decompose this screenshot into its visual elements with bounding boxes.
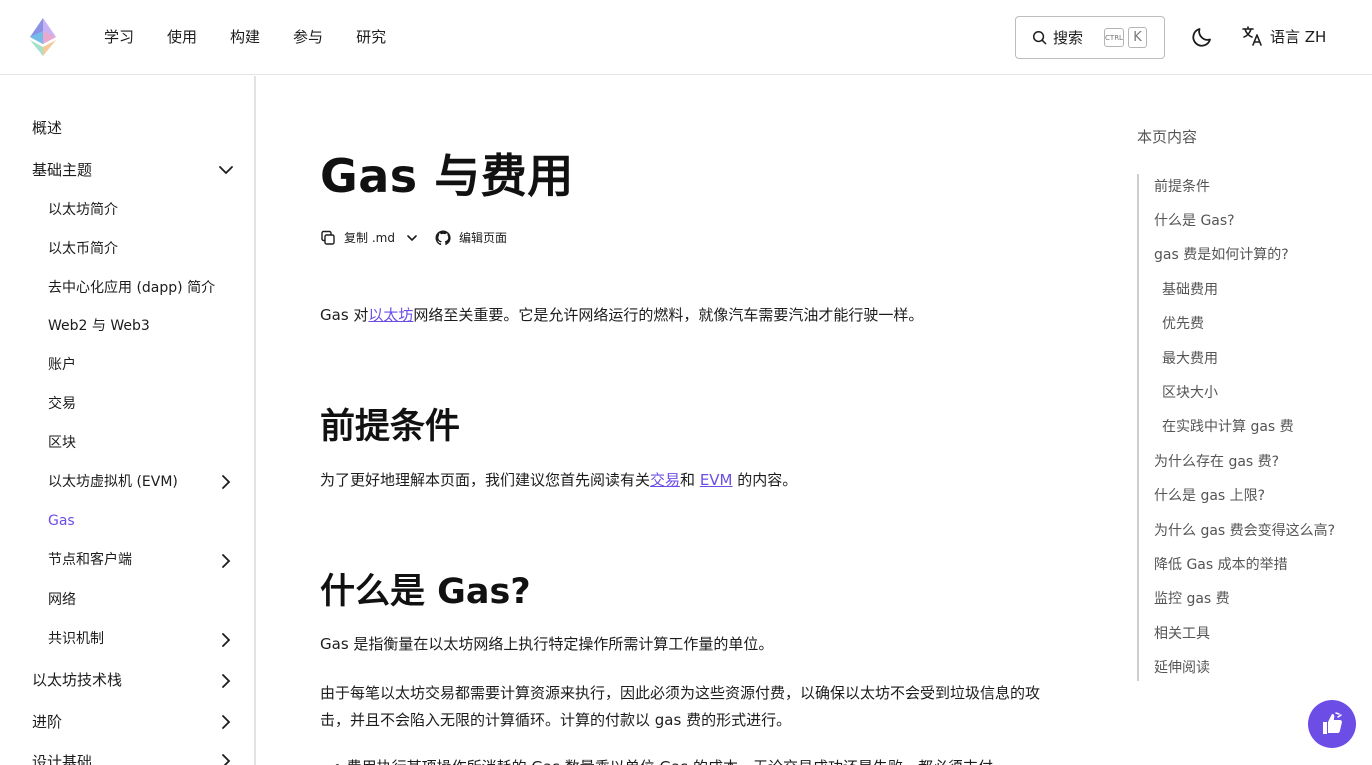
heading-prerequisites: 前提条件 xyxy=(320,407,461,447)
copy-icon xyxy=(321,230,335,245)
chevron-down-icon[interactable] xyxy=(405,231,419,245)
toc-item[interactable]: 相关工具 xyxy=(1154,624,1210,644)
sidebar-item-networks[interactable]: 网络 xyxy=(48,590,76,610)
bullet-item: • 费用执行某项操作所消耗的 Gas 数量乘以单位 Gas 的成本，无论交易成功… xyxy=(333,756,993,765)
feedback-button[interactable] xyxy=(1308,700,1356,748)
toc-divider xyxy=(1137,174,1139,681)
sidebar-item-accounts[interactable]: 账户 xyxy=(48,355,76,375)
sidebar-item-web2-web3[interactable]: Web2 与 Web3 xyxy=(48,316,150,336)
chevron-right-icon[interactable] xyxy=(217,552,235,570)
edit-page-button[interactable]: 编辑页面 xyxy=(435,229,507,246)
ethereum-link[interactable]: 以太坊 xyxy=(368,306,413,324)
prereq-text-start: 为了更好地理解本页面，我们建议您首先阅读有关 xyxy=(320,471,651,489)
sidebar-item-intro-ethereum[interactable]: 以太坊简介 xyxy=(48,200,118,220)
sidebar-item-basics[interactable]: 基础主题 xyxy=(32,160,92,180)
toc-item[interactable]: 降低 Gas 成本的举措 xyxy=(1154,555,1288,575)
heading-what-is-gas: 什么是 Gas? xyxy=(320,572,531,612)
intro-paragraph: Gas 对以太坊网络至关重要。它是允许网络运行的燃料，就像汽车需要汽油才能行驶一… xyxy=(320,302,1065,329)
chevron-right-icon[interactable] xyxy=(217,713,235,731)
kbd-ctrl: CTRL xyxy=(1104,28,1124,47)
toc-item[interactable]: 前提条件 xyxy=(1154,177,1210,197)
sidebar-item-nodes-clients[interactable]: 节点和客户端 xyxy=(48,550,132,570)
sidebar-item-gas[interactable]: Gas xyxy=(48,511,75,531)
nav-research[interactable]: 研究 xyxy=(356,26,386,48)
sidebar-item-overview[interactable]: 概述 xyxy=(32,118,62,138)
sidebar-item-consensus[interactable]: 共识机制 xyxy=(48,629,104,649)
search-icon xyxy=(1032,30,1047,45)
toc-item[interactable]: 在实践中计算 gas 费 xyxy=(1162,417,1294,437)
prereq-paragraph: 为了更好地理解本页面，我们建议您首先阅读有关交易和 EVM 的内容。 xyxy=(320,467,1065,494)
nav-build[interactable]: 构建 xyxy=(230,26,260,48)
prereq-text-mid: 和 xyxy=(680,471,700,489)
toc-item[interactable]: 什么是 gas 上限? xyxy=(1154,486,1265,506)
toc-item[interactable]: 延伸阅读 xyxy=(1154,658,1210,678)
sidebar-item-evm[interactable]: 以太坊虚拟机 (EVM) xyxy=(48,472,178,492)
search-label: 搜索 xyxy=(1053,29,1084,47)
toc-item[interactable]: 监控 gas 费 xyxy=(1154,589,1230,609)
main-nav: 学习 使用 构建 参与 研究 xyxy=(104,26,419,48)
toc-item[interactable]: 优先费 xyxy=(1162,314,1204,334)
kbd-k: K xyxy=(1128,27,1147,48)
intro-text-start: Gas 对 xyxy=(320,306,369,324)
chevron-right-icon[interactable] xyxy=(217,672,235,690)
sidebar-item-intro-ether[interactable]: 以太币简介 xyxy=(48,239,118,259)
main-content: Gas 与费用 复制 .md 编辑页面 Gas 对以太坊网络至关重要。它是允许网… xyxy=(258,76,1098,765)
sidebar-item-stack[interactable]: 以太坊技术栈 xyxy=(32,670,122,690)
toc-item[interactable]: 什么是 Gas? xyxy=(1154,211,1235,231)
copy-md-label: 复制 .md xyxy=(344,231,395,245)
chevron-right-icon[interactable] xyxy=(217,752,235,765)
what-paragraph-2: 由于每笔以太坊交易都需要计算资源来执行，因此必须为这些资源付费，以确保以太坊不会… xyxy=(320,684,1041,729)
copy-md-button[interactable]: 复制 .md xyxy=(320,229,395,246)
language-button[interactable]: 语言 ZH xyxy=(1240,24,1326,48)
moon-icon[interactable] xyxy=(1190,25,1214,49)
page-title: Gas 与费用 xyxy=(320,149,574,203)
nav-learn[interactable]: 学习 xyxy=(104,26,134,48)
translate-icon xyxy=(1242,26,1262,46)
top-header: 学习 使用 构建 参与 研究 搜索 CTRL K 语言 ZH xyxy=(0,0,1372,75)
chevron-right-icon[interactable] xyxy=(217,631,235,649)
sidebar-item-blocks[interactable]: 区块 xyxy=(48,433,76,453)
left-sidebar: 概述 基础主题 以太坊简介 以太币简介 去中心化应用 (dapp) 简介 Web… xyxy=(0,76,256,765)
toc-item[interactable]: 为什么 gas 费会变得这么高? xyxy=(1154,521,1335,541)
prereq-text-end: 的内容。 xyxy=(732,471,798,489)
intro-text-end: 网络至关重要。它是允许网络运行的燃料，就像汽车需要汽油才能行驶一样。 xyxy=(413,306,924,324)
sidebar-item-intro-dapps[interactable]: 去中心化应用 (dapp) 简介 xyxy=(48,278,215,298)
toc-item[interactable]: 最大费用 xyxy=(1162,349,1218,369)
nav-participate[interactable]: 参与 xyxy=(293,26,323,48)
transactions-link[interactable]: 交易 xyxy=(650,471,680,489)
sidebar-item-advanced[interactable]: 进阶 xyxy=(32,712,62,732)
chevron-down-icon[interactable] xyxy=(217,161,235,179)
toc-item[interactable]: gas 费是如何计算的? xyxy=(1154,245,1289,265)
edit-page-label: 编辑页面 xyxy=(458,231,507,245)
page-tools: 复制 .md 编辑页面 xyxy=(320,229,507,246)
evm-link[interactable]: EVM xyxy=(700,471,733,489)
toc-item[interactable]: 区块大小 xyxy=(1162,383,1218,403)
sidebar-item-design[interactable]: 设计基础 xyxy=(32,752,92,765)
what-paragraph-1: Gas 是指衡量在以太坊网络上执行特定操作所需计算工作量的单位。 xyxy=(320,635,774,653)
toc-item[interactable]: 基础费用 xyxy=(1162,280,1218,300)
toc-item[interactable]: 为什么存在 gas 费? xyxy=(1154,452,1279,472)
chevron-right-icon[interactable] xyxy=(217,473,235,491)
thumbs-feedback-icon xyxy=(1323,712,1342,734)
github-icon xyxy=(435,229,451,245)
ethereum-logo-icon[interactable] xyxy=(30,18,56,56)
search-button[interactable]: 搜索 CTRL K xyxy=(1015,16,1165,59)
language-label: 语言 ZH xyxy=(1270,27,1327,46)
toc-title: 本页内容 xyxy=(1137,128,1198,146)
sidebar-item-transactions[interactable]: 交易 xyxy=(48,394,76,414)
nav-use[interactable]: 使用 xyxy=(167,26,197,48)
